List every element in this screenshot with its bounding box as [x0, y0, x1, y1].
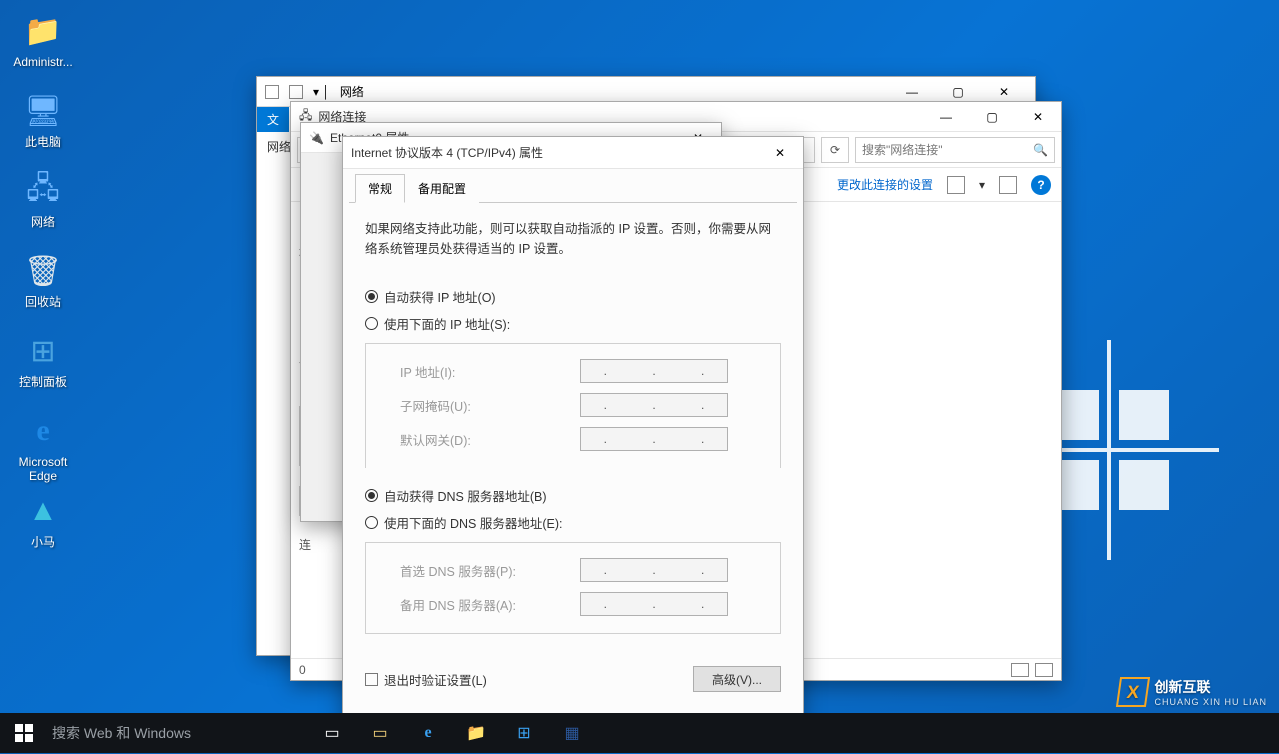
tabs-icon[interactable]: [265, 85, 279, 99]
radio-icon: [365, 489, 378, 502]
label-ip: IP 地址(I):: [400, 362, 580, 381]
label-dns2: 备用 DNS 服务器(A):: [400, 595, 580, 614]
tabs-sep: ▾ │: [313, 85, 330, 99]
minimize-button[interactable]: —: [923, 102, 969, 131]
close-button[interactable]: ✕: [1015, 102, 1061, 131]
input-ip-address: ...: [580, 359, 728, 383]
dialog-title: Internet 协议版本 4 (TCP/IPv4) 属性: [351, 144, 543, 161]
task-view-button[interactable]: ▭: [308, 713, 356, 753]
desktop-icon-network[interactable]: 🖧网络: [5, 165, 81, 245]
close-button[interactable]: ✕: [757, 138, 803, 167]
start-button[interactable]: [0, 713, 48, 753]
search-input[interactable]: 搜索"网络连接" 🔍: [855, 137, 1055, 163]
radio-icon: [365, 317, 378, 330]
desktop-icon-this-pc[interactable]: 🖥此电脑: [5, 85, 81, 165]
desktop-icons: 📁Administr... 🖥此电脑 🖧网络 🗑回收站 ⊞控制面板 eMicro…: [5, 5, 81, 565]
taskbar-app-word[interactable]: ▦: [548, 713, 596, 753]
radio-manual-dns[interactable]: 使用下面的 DNS 服务器地址(E):: [365, 509, 781, 536]
tab-general[interactable]: 常规: [355, 174, 405, 203]
label-mask: 子网掩码(U):: [400, 396, 580, 415]
input-gateway: ...: [580, 427, 728, 451]
taskbar-app-edge[interactable]: e: [404, 713, 452, 753]
maximize-button[interactable]: ▢: [969, 102, 1015, 131]
radio-icon: [365, 516, 378, 529]
tabs-icon[interactable]: [289, 85, 303, 99]
view-dropdown[interactable]: [947, 176, 965, 194]
desktop-icon-edge[interactable]: eMicrosoft Edge: [5, 405, 81, 485]
view-details-icon[interactable]: [1011, 663, 1029, 677]
input-dns-primary: ...: [580, 558, 728, 582]
refresh-button[interactable]: ⟳: [821, 137, 849, 163]
radio-icon: [365, 290, 378, 303]
input-dns-secondary: ...: [580, 592, 728, 616]
checkbox-validate[interactable]: 退出时验证设置(L): [365, 670, 487, 689]
desktop-icon-control-panel[interactable]: ⊞控制面板: [5, 325, 81, 405]
help-button[interactable]: ?: [1031, 175, 1051, 195]
desktop-icon-administrator[interactable]: 📁Administr...: [5, 5, 81, 85]
radio-auto-dns[interactable]: 自动获得 DNS 服务器地址(B): [365, 482, 781, 509]
preview-pane-button[interactable]: [999, 176, 1017, 194]
label-dns1: 首选 DNS 服务器(P):: [400, 561, 580, 580]
radio-manual-ip[interactable]: 使用下面的 IP 地址(S):: [365, 310, 781, 337]
adapter-icon: 🔌: [309, 131, 324, 145]
taskbar-app-store[interactable]: ⊞: [500, 713, 548, 753]
status-count-left: 0: [299, 663, 306, 677]
watermark: X 创新互联 CHUANG XIN HU LIAN: [1118, 677, 1267, 707]
taskbar-app-explorer[interactable]: ▭: [356, 713, 404, 753]
checkbox-icon: [365, 673, 378, 686]
input-subnet-mask: ...: [580, 393, 728, 417]
taskbar: 搜索 Web 和 Windows ▭ ▭ e 📁 ⊞ ▦: [0, 713, 1279, 753]
search-icon: 🔍: [1033, 143, 1048, 157]
advanced-button[interactable]: 高级(V)...: [693, 666, 781, 692]
desktop-icon-recycle-bin[interactable]: 🗑回收站: [5, 245, 81, 325]
watermark-logo-icon: X: [1116, 677, 1150, 707]
desktop-icon-xiaoma[interactable]: ▲小马: [5, 485, 81, 565]
taskbar-app-folder[interactable]: 📁: [452, 713, 500, 753]
file-tab[interactable]: 文: [257, 107, 289, 132]
radio-auto-ip[interactable]: 自动获得 IP 地址(O): [365, 283, 781, 310]
taskbar-search[interactable]: 搜索 Web 和 Windows: [48, 713, 308, 753]
change-settings-link[interactable]: 更改此连接的设置: [837, 176, 933, 193]
label-gateway: 默认网关(D):: [400, 430, 580, 449]
window-title: 网络: [340, 83, 364, 100]
ipv4-properties-dialog: Internet 协议版本 4 (TCP/IPv4) 属性 ✕ 常规 备用配置 …: [342, 136, 804, 720]
tab-alternate[interactable]: 备用配置: [405, 174, 479, 203]
view-large-icon[interactable]: [1035, 663, 1053, 677]
description-text: 如果网络支持此功能，则可以获取自动指派的 IP 设置。否则，你需要从网络系统管理…: [365, 219, 781, 259]
